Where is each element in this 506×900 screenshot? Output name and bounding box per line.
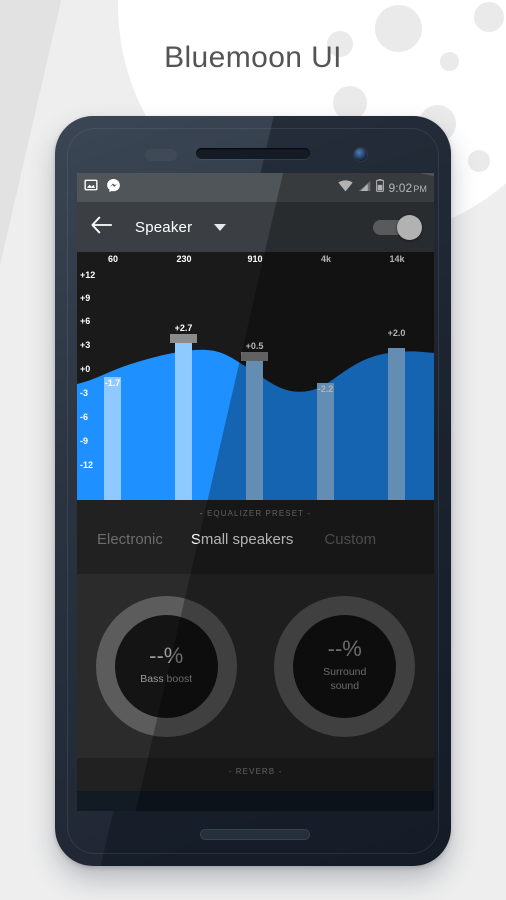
eq-band-value: -2.2: [317, 384, 334, 394]
equalizer-preset-label: - EQUALIZER PRESET -: [199, 509, 312, 518]
eq-freq-label: 230: [176, 254, 192, 264]
front-camera-icon: [354, 148, 367, 161]
back-arrow-icon[interactable]: [91, 216, 113, 239]
reverb-label: - REVERB -: [228, 767, 283, 776]
eq-band-slider[interactable]: -1.7: [104, 377, 121, 500]
status-bar-clock: 9:02PM: [388, 180, 427, 195]
toolbar-title[interactable]: Speaker: [135, 219, 192, 236]
eq-gain-label: -9: [80, 436, 89, 446]
eq-freq-label: 14k: [389, 254, 405, 264]
background-dot: [468, 150, 490, 172]
messenger-icon: [106, 178, 121, 198]
bottom-speaker-icon: [200, 829, 310, 840]
equalizer-preset-tabs: Electronic Small speakers Custom: [77, 518, 434, 560]
status-bar: 9:02PM: [77, 173, 434, 202]
bass-boost-value: --%: [149, 643, 184, 669]
equalizer-graph[interactable]: 60 230 910 4k 14k +12 +9 +6 +3 +0 -3 -6 …: [77, 252, 434, 500]
eq-band-value: +0.5: [245, 341, 264, 351]
eq-band-cap: [241, 352, 268, 361]
background-dot: [474, 2, 504, 32]
battery-icon: [375, 178, 384, 197]
eq-band-value: +2.7: [174, 323, 193, 333]
effects-knobs-section: --% Bass boost --% Surround sound: [77, 574, 434, 758]
eq-gain-label: -3: [80, 388, 89, 398]
eq-gain-label: -6: [80, 412, 89, 422]
surround-sound-knob-face: --% Surround sound: [293, 614, 397, 718]
phone-mockup: 9:02PM Speaker 60 230 910 4k 14k +12 +9 …: [55, 116, 451, 870]
eq-band-value: -1.7: [104, 378, 121, 388]
eq-band-slider[interactable]: +0.5: [241, 341, 268, 500]
equalizer-preset-section: - EQUALIZER PRESET - Electronic Small sp…: [77, 500, 434, 574]
eq-gain-label: +0: [80, 364, 91, 374]
eq-freq-label: 60: [107, 254, 119, 264]
bass-boost-caption: Bass boost: [140, 673, 193, 686]
eq-gain-label: -12: [80, 460, 94, 470]
eq-band-slider[interactable]: -2.2: [317, 383, 334, 500]
eq-band-slider[interactable]: +2.0: [388, 328, 405, 500]
preset-option-small-speakers[interactable]: Small speakers: [191, 531, 294, 548]
status-bar-notifications: [84, 178, 121, 198]
eq-gain-label: +12: [80, 270, 96, 280]
equalizer-toggle-switch[interactable]: [373, 214, 422, 240]
image-icon: [84, 178, 98, 197]
eq-freq-label: 910: [247, 254, 263, 264]
proximity-sensor-icon: [145, 149, 177, 161]
chevron-down-icon[interactable]: [214, 223, 227, 231]
surround-sound-caption: Surround sound: [323, 666, 367, 692]
preset-option-electronic[interactable]: Electronic: [97, 531, 163, 548]
background-dot: [333, 86, 367, 120]
eq-gain-label: +6: [80, 316, 91, 326]
bass-boost-knob[interactable]: --% Bass boost: [95, 595, 237, 737]
eq-freq-label: 4k: [320, 254, 332, 264]
signal-icon: [358, 179, 371, 197]
page-title: Bluemoon UI: [164, 41, 342, 74]
preset-option-custom[interactable]: Custom: [324, 531, 376, 548]
wifi-icon: [337, 179, 353, 197]
status-bar-system-icons: 9:02PM: [337, 178, 427, 197]
surround-sound-knob[interactable]: --% Surround sound: [274, 595, 416, 737]
eq-gain-label: +3: [80, 340, 91, 350]
toggle-knob: [397, 214, 422, 240]
phone-screen: 9:02PM Speaker 60 230 910 4k 14k +12 +9 …: [77, 173, 434, 811]
navigation-strip: [77, 791, 434, 811]
eq-band-cap: [170, 334, 197, 343]
eq-band-slider[interactable]: +2.7: [170, 323, 197, 500]
eq-band-value: +2.0: [387, 328, 406, 338]
eq-gain-label: +9: [80, 293, 91, 303]
bass-boost-knob-face: --% Bass boost: [114, 614, 218, 718]
earpiece-speaker-icon: [196, 148, 310, 159]
surround-sound-value: --%: [327, 636, 362, 662]
app-toolbar: Speaker: [77, 202, 434, 252]
